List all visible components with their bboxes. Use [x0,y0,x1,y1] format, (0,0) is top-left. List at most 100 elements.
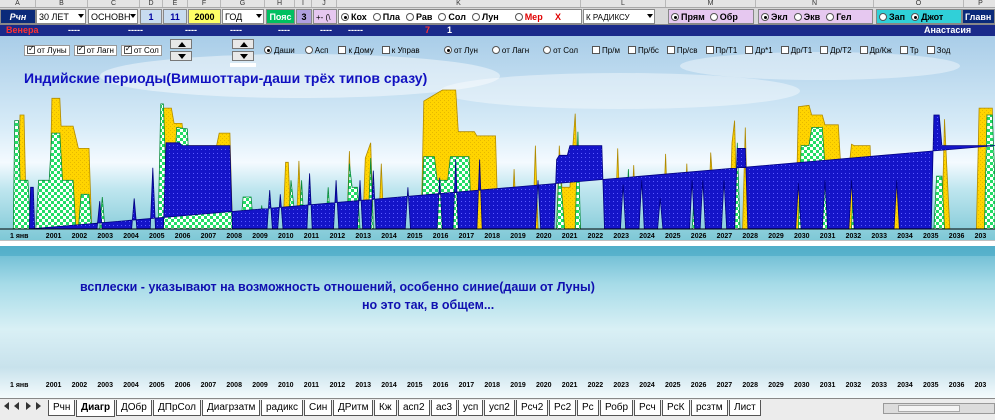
sheet-tab[interactable]: Син [304,400,333,416]
year-value[interactable]: 2000 [188,9,221,24]
planet-radio-3[interactable]: Сол [438,12,466,22]
coord-radio-0[interactable]: Экл [761,12,788,22]
prev-sheet-icon[interactable] [14,402,19,410]
dash-filter-radio-0[interactable]: Даши [264,46,295,55]
year-tick-label: 2009 [252,233,268,240]
zodiac-radio-1[interactable]: Джот [911,12,943,22]
origin-radio-2[interactable]: от Сол [543,46,578,55]
unit-select[interactable]: ГОД [222,9,264,24]
horizontal-scrollbar[interactable] [883,403,995,414]
option-check-9[interactable]: Зод [926,46,950,55]
source-check-0[interactable]: от Луны [24,44,70,56]
option-check-6[interactable]: Др/Т2 [820,46,852,55]
option-check-5[interactable]: Др/Т1 [780,46,812,55]
origin-radio-1[interactable]: от Лагн [491,46,529,55]
radix-select[interactable]: К РАДИКСУ [583,9,655,24]
column-header-cell[interactable]: J [312,0,337,7]
planet-radio-4[interactable]: Лун [471,12,499,22]
period-select[interactable]: 30 ЛЕТ [36,9,86,24]
option-check-2[interactable]: Пр/св [666,46,698,55]
source-check-2[interactable]: от Сол [120,44,162,56]
sheet-tab[interactable]: радикс [261,400,304,416]
option-check-8[interactable]: Тр [899,46,919,55]
sheet-tab[interactable]: ДПрСол [153,400,201,416]
column-header-cell[interactable]: L [581,0,666,7]
year-tick-label: 2001 [45,382,62,389]
last-sheet-icon[interactable] [36,402,41,410]
column-header-cell[interactable]: C [88,0,140,7]
sheet-tab[interactable]: усп [458,400,484,416]
column-header-cell[interactable]: D [140,0,163,7]
sheet-tab[interactable]: рсзтм [691,400,728,416]
house-check-0[interactable]: к Дому [338,46,374,55]
spin-gap [230,63,256,67]
option-check-4[interactable]: Др*1 [745,46,773,55]
year-tick-label: 2003 [97,382,113,389]
sheet-tab[interactable]: Диагр [76,400,116,417]
spin-down-button[interactable] [170,51,192,61]
coord-radio-2[interactable]: Гел [826,12,852,22]
column-header-cell[interactable]: M [666,0,756,7]
offset-field[interactable]: +- (\ [313,9,337,24]
step-value[interactable]: 1 [140,9,162,24]
sheet-tab[interactable]: асп2 [398,400,430,416]
note-line-2: но это так, в общем... [362,298,495,312]
column-header-cell[interactable]: F [188,0,221,7]
radio-icon [491,46,500,54]
option-check-1[interactable]: Пр/бс [627,46,659,55]
chart-title: Индийские периоды(Вимшоттари-даши трёх т… [24,70,428,86]
sheet-tab[interactable]: Рс [577,400,599,416]
coord-radio-1[interactable]: Экв [793,12,820,22]
option-check-3[interactable]: Пр/Т1 [705,46,737,55]
first-sheet-icon[interactable] [4,402,9,410]
sheet-tab[interactable]: Кж [374,400,397,416]
sheet-tab[interactable]: ДОбр [116,400,152,416]
column-header-cell[interactable]: P [964,0,995,7]
sheet-tab[interactable]: Робр [600,400,634,416]
column-header-cell[interactable]: K [337,0,581,7]
sheet-tab[interactable]: Лист [729,400,761,416]
sheet-tab[interactable]: ДРитм [333,400,374,416]
column-header-cell[interactable]: A [0,0,36,7]
belts-button[interactable]: Пояс [266,9,295,24]
column-header-cell[interactable]: G [221,0,265,7]
sheet-tab[interactable]: усп2 [484,400,515,416]
column-header-cell[interactable]: O [874,0,964,7]
mode-select[interactable]: ОСНОВН [88,9,138,24]
belts-count[interactable]: 3 [296,9,312,24]
planet-radio-2[interactable]: Рав [405,12,432,22]
planet-radio-1[interactable]: Пла [372,12,400,22]
spin-up-button[interactable] [170,39,192,49]
house-check-1[interactable]: к Управ [381,46,420,55]
source-check-1[interactable]: от Лагн [73,44,117,56]
aspect-reverse-radio[interactable]: Обр [709,12,738,22]
sheet-tab[interactable]: Диагрзатм [202,400,261,416]
sheet-tab[interactable]: Рс2 [549,400,577,416]
spin-up-button-2[interactable] [232,39,254,49]
next-sheet-icon[interactable] [26,402,31,410]
column-header-cell[interactable]: H [265,0,295,7]
sheet-tab[interactable]: ас3 [431,400,458,416]
name-cell[interactable]: Рчн [0,9,36,24]
sheet-tab[interactable]: Рчн [48,400,76,416]
dash-filter-radio-1[interactable]: Асп [304,46,328,55]
option-check-7[interactable]: Др/Кж [859,46,892,55]
column-header-cell[interactable]: N [756,0,874,7]
scroll-thumb[interactable] [898,405,960,412]
aspect-direct-radio[interactable]: Прям [671,12,705,22]
origin-radio-0[interactable]: от Лун [444,46,478,55]
planet-radio-0[interactable]: Кох [341,12,367,22]
zodiac-radio-0[interactable]: Зап [879,12,905,22]
column-header-cell[interactable]: I [295,0,312,7]
sheet-tab[interactable]: РсК [662,400,690,416]
sheet-tab[interactable]: Рсч [634,400,661,416]
year-tick-label: 203 [974,233,987,240]
column-header-cell[interactable]: E [163,0,188,7]
month-value[interactable]: 11 [163,9,187,24]
main-button[interactable]: Главн [962,9,995,24]
column-header-cell[interactable]: B [36,0,88,7]
planet-radio-5[interactable]: Мер [514,12,543,22]
spin-down-button-2[interactable] [232,51,254,61]
sheet-tab[interactable]: Рсч2 [516,400,549,416]
option-check-0[interactable]: Пр/м [592,46,620,55]
